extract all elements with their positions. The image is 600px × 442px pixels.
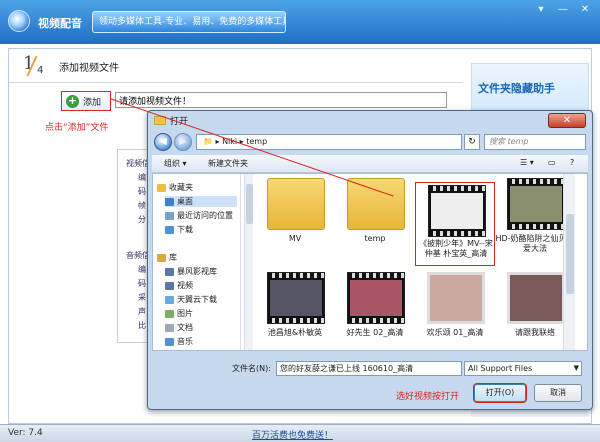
audio-info-item: 声	[138, 307, 146, 316]
scroll-thumb[interactable]	[246, 184, 253, 224]
file-item[interactable]: temp	[335, 174, 415, 260]
minimize-icon[interactable]: —	[554, 3, 572, 17]
folder-icon: 📁 ▸	[203, 137, 223, 146]
version-label: Ver: 7.4	[8, 428, 43, 438]
tree-item-videos[interactable]: 视频	[165, 280, 193, 291]
open-file-dialog: 打开 ✕ ◀ ▶ 📁 ▸ Niki ▸ temp ↻ 搜索 temp 组织 ▾ …	[147, 110, 593, 410]
tree-item-pictures[interactable]: 图片	[165, 308, 193, 319]
search-input[interactable]: 搜索 temp	[484, 134, 586, 150]
cancel-button[interactable]: 取消	[534, 384, 582, 402]
step-title: 添加视频文件	[59, 63, 119, 74]
open-button[interactable]: 打开(O)	[474, 384, 526, 402]
audio-info-item: 采	[138, 293, 146, 302]
video-thumbnail-icon	[347, 272, 405, 324]
tree-item-music[interactable]: 音乐	[165, 336, 193, 347]
file-item[interactable]: 池昌旭&朴敏英	[255, 268, 335, 354]
video-info-item: 编	[138, 173, 146, 182]
video-info-item: 分	[138, 215, 146, 224]
add-hint: 点击“添加”文件	[45, 123, 109, 133]
recent-icon	[165, 211, 174, 220]
video-thumbnail-icon	[427, 272, 485, 324]
audio-info-item: 码	[138, 279, 146, 288]
folder-icon	[347, 178, 405, 230]
close-icon[interactable]: ✕	[576, 3, 594, 17]
tree-item-desktop[interactable]: 桌面	[165, 196, 237, 207]
promo-text: 文件夹隐藏助手	[478, 82, 555, 95]
video-library-icon	[165, 267, 174, 276]
music-icon	[165, 337, 174, 346]
file-path-input[interactable]	[115, 92, 447, 108]
tree-item-recent[interactable]: 最近访问的位置	[165, 210, 233, 221]
dialog-close-button[interactable]: ✕	[548, 113, 586, 128]
video-info-item: 帧	[138, 201, 146, 210]
tree-item-cloud-download[interactable]: 天翼云下载	[165, 294, 217, 305]
help-icon[interactable]: ?	[570, 158, 574, 167]
chevron-down-icon: ▼	[573, 364, 579, 372]
organize-menu[interactable]: 组织 ▾	[164, 158, 187, 169]
video-thumbnail-icon	[507, 272, 565, 324]
dialog-footer: 文件名(N): 您的好友薛之谦已上线 160610_高清 All Support…	[152, 353, 588, 407]
plus-icon: +	[66, 93, 79, 108]
video-thumbnail-icon	[267, 272, 325, 324]
tree-item-documents[interactable]: 文档	[165, 322, 193, 333]
promo-link[interactable]: 百万活费也免费送！	[252, 428, 333, 441]
cloud-icon	[165, 295, 174, 304]
app-logo-icon	[8, 10, 30, 32]
menu-icon[interactable]: ▾	[532, 3, 550, 17]
add-button[interactable]: + 添加	[61, 91, 111, 111]
file-scrollbar[interactable]	[563, 174, 575, 350]
open-hint: 选好视频按打开	[396, 392, 460, 402]
tree-scrollbar[interactable]	[244, 174, 253, 350]
view-options-icon[interactable]: ☰ ▾	[520, 158, 534, 167]
star-icon	[157, 183, 166, 192]
file-grid: MV temp 《披荆少年》MV--宋仲基 朴宝英_高清 HD-奶酪陷阱之仙贝逃…	[255, 174, 575, 350]
library-icon	[157, 253, 166, 262]
window-controls: ▾ — ✕	[532, 3, 594, 17]
file-item-selected[interactable]: 《披荆少年》MV--宋仲基 朴宝英_高清	[415, 182, 495, 266]
filename-label: 文件名(N):	[232, 364, 271, 373]
picture-icon	[165, 309, 174, 318]
status-bar: Ver: 7.4 百万活费也免费送！	[0, 424, 600, 442]
title-bar: 视频配音 领动多媒体工具-专业、易用、免费的多媒体工具 ▾ — ✕	[0, 0, 600, 44]
address-segment[interactable]: temp	[246, 137, 267, 146]
scroll-thumb[interactable]	[566, 214, 574, 294]
step-total: 4	[37, 65, 44, 76]
file-item[interactable]: 好先生 02_高清	[335, 268, 415, 354]
document-icon	[165, 323, 174, 332]
forward-arrow-icon[interactable]: ▶	[174, 133, 192, 151]
audio-info-item: 编	[138, 265, 146, 274]
video-info-item: 码	[138, 187, 146, 196]
file-item[interactable]: MV	[255, 174, 335, 260]
desktop-icon	[165, 197, 174, 206]
download-icon	[165, 225, 174, 234]
file-item[interactable]: 欢乐颂 01_高清	[415, 268, 495, 354]
new-folder-button[interactable]: 新建文件夹	[208, 158, 248, 169]
tree-item-favorites[interactable]: 收藏夹	[157, 182, 193, 193]
video-icon	[165, 281, 174, 290]
back-arrow-icon[interactable]: ◀	[154, 133, 172, 151]
video-thumbnail-icon	[507, 178, 565, 230]
folder-icon	[267, 178, 325, 230]
tree-item-libraries[interactable]: 库	[157, 252, 177, 263]
tree-item-downloads[interactable]: 下载	[165, 224, 193, 235]
app-title: 视频配音	[38, 17, 82, 30]
audio-info-item: 比	[138, 321, 146, 330]
filetype-select[interactable]: All Support Files ▼	[464, 361, 582, 376]
slogan-banner: 领动多媒体工具-专业、易用、免费的多媒体工具	[92, 11, 286, 33]
dialog-toolbar: 组织 ▾ 新建文件夹 ☰ ▾ ▭ ?	[152, 155, 588, 173]
filename-input[interactable]: 您的好友薛之谦已上线 160610_高清	[276, 361, 462, 376]
tree-item-storm-library[interactable]: 暴风影视库	[165, 266, 217, 277]
preview-pane-icon[interactable]: ▭	[548, 158, 556, 167]
step-header: 1 4 添加视频文件	[9, 49, 463, 83]
dialog-body: 收藏夹 桌面 最近访问的位置 下载 库 暴风影视库 视频 天翼云下载 图片 文档…	[152, 173, 588, 351]
video-thumbnail-icon	[428, 185, 486, 237]
add-button-label: 添加	[83, 97, 102, 108]
navigation-tree: 收藏夹 桌面 最近访问的位置 下载 库 暴风影视库 视频 天翼云下载 图片 文档…	[153, 174, 241, 350]
refresh-icon[interactable]: ↻	[464, 134, 480, 150]
